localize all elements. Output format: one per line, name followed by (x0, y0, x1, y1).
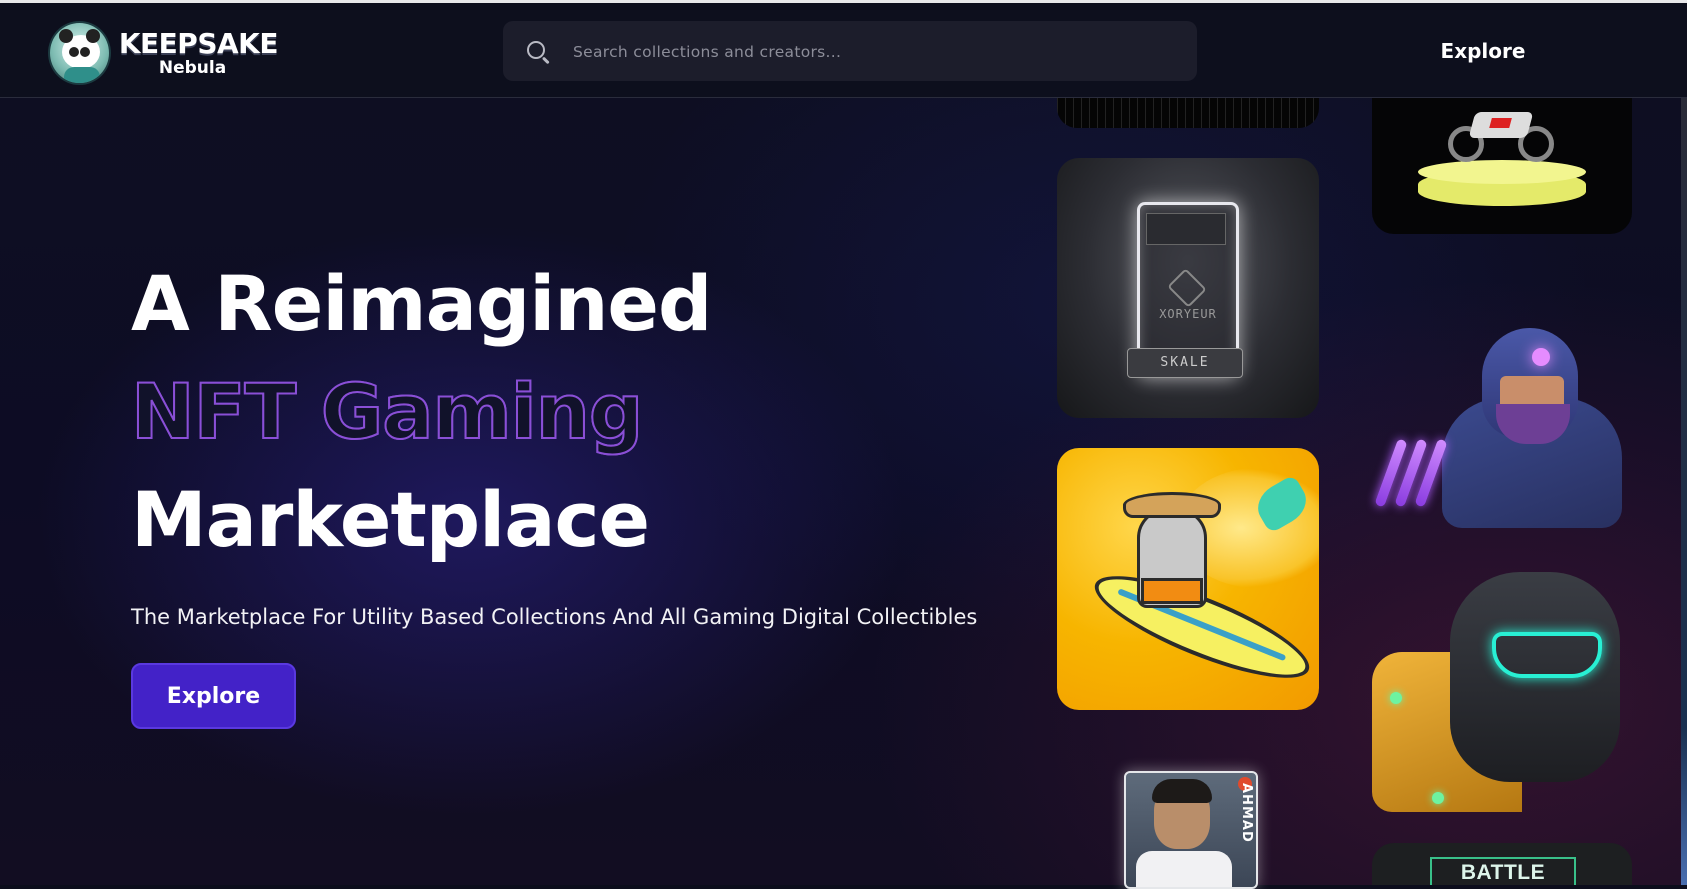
nft-card-cricketer[interactable]: AHMAD (1124, 771, 1258, 889)
player-hair (1152, 779, 1212, 803)
nft-card-gorilla[interactable] (1372, 572, 1634, 812)
skale-base: SKALE (1127, 348, 1243, 378)
panda-eye-left (69, 47, 79, 57)
armor-light (1390, 692, 1402, 704)
panda-logo-icon (48, 21, 111, 85)
nft-card-battle-pass[interactable]: BATTLE PASS (1372, 843, 1632, 885)
nft-card-motorbike[interactable] (1372, 98, 1632, 234)
brand-name: KEEPSAKE (118, 26, 279, 60)
gorilla-visor (1492, 632, 1602, 678)
hero-headline: A Reimagined NFT Gaming Marketplace (130, 250, 1031, 574)
headline-line-2-text: NFT Gaming (130, 366, 644, 457)
panda-eye-right (79, 47, 90, 57)
search-input[interactable] (571, 21, 1175, 83)
nft-card-surfer[interactable] (1057, 448, 1319, 710)
battle-pass-label: BATTLE PASS (1430, 857, 1576, 885)
player-shirt (1136, 851, 1232, 887)
bike-frame (1468, 112, 1534, 138)
player-name: AHMAD (1239, 783, 1254, 843)
panda-ear-left (59, 29, 73, 43)
fox-logo-icon (1167, 268, 1207, 308)
search-bar (503, 21, 1197, 83)
brand-logo[interactable]: KEEPSAKE Nebula (48, 18, 279, 88)
armor-light (1432, 792, 1444, 804)
brand-sub: Nebula (158, 57, 227, 78)
hero-explore-button[interactable]: Explore (131, 663, 296, 729)
card-word: XORYEUR (1159, 307, 1217, 321)
card-screen (1146, 213, 1226, 245)
navbar: KEEPSAKE Nebula Explore (0, 3, 1687, 98)
gem-icon (1532, 348, 1550, 366)
nav-explore-link[interactable]: Explore (1420, 29, 1546, 73)
motorbike-image (1448, 106, 1554, 162)
headline-line-3: Marketplace (131, 475, 650, 564)
panda-body (64, 67, 100, 83)
brand-wordmark: KEEPSAKE Nebula (118, 26, 279, 78)
headline-line-1: A Reimagined (131, 259, 712, 348)
search-icon (527, 41, 545, 59)
panda-ear-right (85, 29, 100, 43)
partial-card-edge (1681, 98, 1687, 885)
surfer-hat-image (1123, 492, 1221, 518)
podium-image (1418, 160, 1586, 206)
nft-card-ninja[interactable] (1372, 318, 1634, 528)
skale-label: SKALE (1160, 355, 1210, 370)
nft-card-grid-pattern[interactable] (1057, 98, 1319, 128)
surfer-shorts-image (1141, 578, 1203, 604)
nft-card-skale[interactable]: XORYEUR SKALE (1057, 158, 1319, 418)
headline-line-2: NFT Gaming (130, 358, 1031, 466)
hero-subtitle: The Marketplace For Utility Based Collec… (131, 605, 978, 629)
